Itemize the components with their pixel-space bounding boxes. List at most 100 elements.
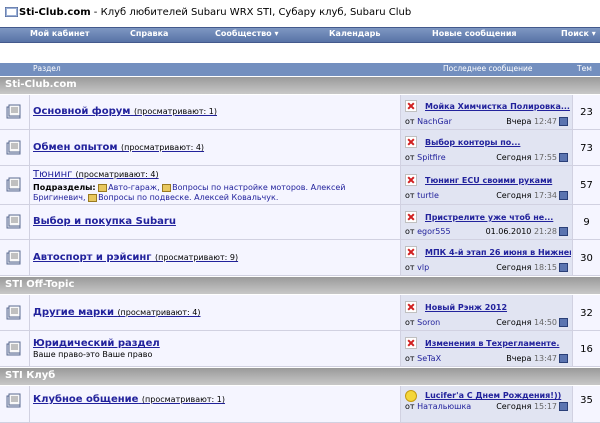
broken-image-icon xyxy=(405,301,417,313)
by-prefix: от xyxy=(405,153,415,162)
last-post-title[interactable]: Выбор конторы по... xyxy=(425,138,571,147)
forum-row: Основной форум (просматривают: 1) Мойка … xyxy=(0,95,600,130)
site-header: Sti-Club.com - Клуб любителей Subaru WRX… xyxy=(0,0,600,27)
folder-icon xyxy=(6,104,21,119)
by-prefix: от xyxy=(405,227,415,236)
forum-title[interactable]: Юридический раздел xyxy=(33,338,160,349)
forum-title-text[interactable]: Другие марки xyxy=(33,307,114,318)
forum-row: Другие марки (просматривают: 4) Новый Рэ… xyxy=(0,295,600,331)
forum-title[interactable]: Другие марки (просматривают: 4) xyxy=(33,307,201,318)
author-link[interactable]: Soron xyxy=(417,318,440,327)
nav-calendar[interactable]: Календарь xyxy=(329,29,380,38)
date-text: Сегодня xyxy=(496,402,532,411)
nav-community[interactable]: Сообщество ▾ xyxy=(215,29,278,38)
topic-count: 23 xyxy=(580,107,593,118)
last-post-title[interactable]: Lucifer'a С Днем Рождения!)) xyxy=(425,391,571,400)
forum-title-text[interactable]: Выбор и покупка Subaru xyxy=(33,216,176,227)
forum-title[interactable]: Выбор и покупка Subaru xyxy=(33,216,176,227)
last-post-title[interactable]: Пристрелите уже чтоб не... xyxy=(425,213,571,222)
nav-new-posts[interactable]: Новые сообщения xyxy=(432,29,517,38)
last-post-cell: Пристрелите уже чтоб не... от egor555 01… xyxy=(401,205,573,239)
author-link[interactable]: NachGar xyxy=(417,117,452,126)
folder-icon xyxy=(6,177,21,192)
author-link[interactable]: SeTaX xyxy=(417,354,441,363)
forum-row: Клубное общение (просматривают: 1) Lucif… xyxy=(0,386,600,423)
date-text: Вчера xyxy=(506,117,532,126)
category-title[interactable]: STI Off-Topic xyxy=(5,279,74,290)
goto-last-icon[interactable] xyxy=(559,354,568,363)
forum-title-text[interactable]: Клубное общение xyxy=(33,394,138,405)
goto-last-icon[interactable] xyxy=(559,318,568,327)
broken-image-icon xyxy=(405,211,417,223)
forum-title-text[interactable]: Основной форум xyxy=(33,106,130,117)
forum-title-text[interactable]: Автоспорт и рэйсинг xyxy=(33,252,152,263)
viewing-count: (просматривают: 1) xyxy=(141,395,225,404)
viewing-count: (просматривают: 9) xyxy=(155,253,239,262)
subforum-folder-icon xyxy=(98,183,108,192)
forum-title-text[interactable]: Обмен опытом xyxy=(33,142,118,153)
forum-title[interactable]: Обмен опытом (просматривают: 4) xyxy=(33,142,204,153)
goto-last-icon[interactable] xyxy=(559,402,568,411)
forum-title[interactable]: Основной форум (просматривают: 1) xyxy=(33,106,217,117)
forum-title[interactable]: Автоспорт и рэйсинг (просматривают: 9) xyxy=(33,252,238,263)
date-text: Сегодня xyxy=(496,263,532,272)
last-post-date: Вчера 12:47 xyxy=(506,117,568,126)
category-sti-club-ru[interactable]: STI Клуб xyxy=(0,368,600,385)
forum-row: Тюнинг (просматривают: 4) Подразделы: Ав… xyxy=(0,166,600,205)
category-title[interactable]: STI Клуб xyxy=(5,370,55,381)
topic-count: 32 xyxy=(580,308,593,319)
forum-row: Юридический раздел Ваше право-это Ваше п… xyxy=(0,331,600,367)
broken-image-icon xyxy=(405,246,417,258)
site-title-bold[interactable]: Sti-Club.com xyxy=(19,7,91,18)
nav-help[interactable]: Справка xyxy=(130,29,168,38)
last-post-date: Сегодня 17:34 xyxy=(496,191,568,200)
time-text: 15:17 xyxy=(533,402,557,411)
nav-my-cabinet[interactable]: Мой кабинет xyxy=(30,29,89,38)
date-text: 01.06.2010 xyxy=(485,227,532,236)
author-link[interactable]: vlp xyxy=(417,263,429,272)
last-post-cell: Выбор конторы по... от Spitfire Сегодня … xyxy=(401,130,573,165)
forum-title[interactable]: Тюнинг (просматривают: 4) xyxy=(33,169,159,180)
site-title: Sti-Club.com - Клуб любителей Subaru WRX… xyxy=(19,7,411,18)
subforums-label: Подразделы: xyxy=(33,183,96,192)
broken-image-icon xyxy=(405,174,417,186)
last-post-title[interactable]: Новый Рэнж 2012 xyxy=(425,303,571,312)
by-prefix: от xyxy=(405,263,415,272)
folder-icon xyxy=(6,393,21,408)
category-sti-club[interactable]: Sti-Club.com xyxy=(0,77,600,94)
date-text: Сегодня xyxy=(496,318,532,327)
author-link[interactable]: Натальюшка xyxy=(417,402,471,411)
goto-last-icon[interactable] xyxy=(559,263,568,272)
category-sti-off-topic[interactable]: STI Off-Topic xyxy=(0,277,600,294)
goto-last-icon[interactable] xyxy=(559,227,568,236)
subforums: Подразделы: Авто-гараж, Вопросы по настр… xyxy=(33,183,395,203)
header-topics: Тем xyxy=(577,64,592,73)
date-text: Сегодня xyxy=(496,153,532,162)
forum-title-text[interactable]: Тюнинг xyxy=(33,169,72,180)
last-post-date: Сегодня 15:17 xyxy=(496,402,568,411)
by-prefix: от xyxy=(405,191,415,200)
last-post-date: Вчера 13:47 xyxy=(506,354,568,363)
author-link[interactable]: turtle xyxy=(417,191,439,200)
time-text: 17:34 xyxy=(533,191,557,200)
last-post-title[interactable]: Мойка Химчистка Полировка... xyxy=(425,102,571,111)
category-title[interactable]: Sti-Club.com xyxy=(5,79,77,90)
topic-count: 30 xyxy=(580,253,593,264)
goto-last-icon[interactable] xyxy=(559,153,568,162)
goto-last-icon[interactable] xyxy=(559,191,568,200)
last-post-title[interactable]: Изменения в Техрегламенте. xyxy=(425,339,571,348)
goto-last-icon[interactable] xyxy=(559,117,568,126)
by-prefix: от xyxy=(405,318,415,327)
author-link[interactable]: Spitfire xyxy=(417,153,446,162)
topic-count: 57 xyxy=(580,180,593,191)
last-post-title[interactable]: Тюнинг ECU своими руками xyxy=(425,176,571,185)
author-link[interactable]: egor555 xyxy=(417,227,450,236)
last-post-title[interactable]: МПК 4-й этап 26 июня в Нижнем... xyxy=(425,248,571,257)
subforum-link[interactable]: Вопросы по подвеске. Алексей Ковальчук. xyxy=(98,193,278,202)
date-text: Вчера xyxy=(506,354,532,363)
nav-search[interactable]: Поиск ▾ xyxy=(561,29,596,38)
home-icon[interactable] xyxy=(5,7,18,17)
forum-title[interactable]: Клубное общение (просматривают: 1) xyxy=(33,394,225,405)
subforum-link[interactable]: Авто-гараж, xyxy=(108,183,159,192)
forum-title-text[interactable]: Юридический раздел xyxy=(33,338,160,349)
